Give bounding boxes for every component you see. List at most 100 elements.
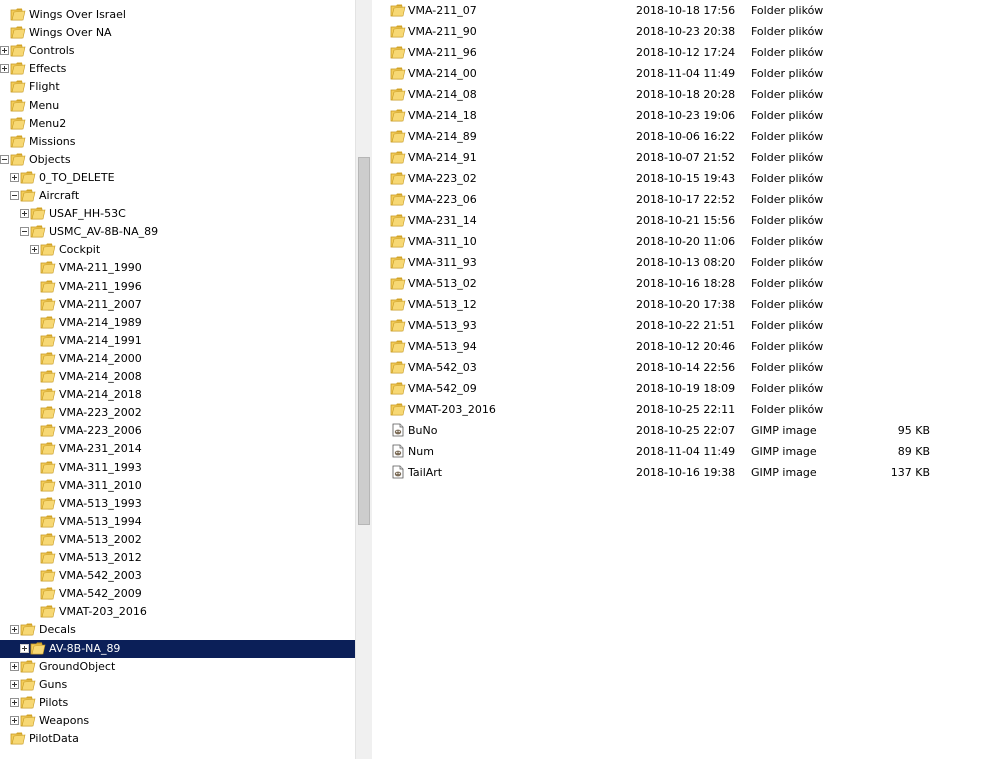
collapse-icon[interactable] — [20, 227, 29, 237]
file-type: Folder plików — [751, 277, 824, 290]
tree-item[interactable]: Menu — [0, 97, 355, 115]
tree-item[interactable]: Objects — [0, 151, 355, 169]
tree-item[interactable]: Menu2 — [0, 115, 355, 133]
expand-icon[interactable] — [20, 643, 29, 653]
tree-item[interactable]: Cockpit — [0, 241, 355, 259]
file-row[interactable]: BuNo 2018-10-25 22:07 GIMP image 95 KB — [372, 420, 1000, 441]
file-date-modified: 2018-10-13 08:20 — [636, 256, 736, 269]
tree-item[interactable]: PilotData — [0, 730, 355, 748]
tree-item[interactable]: 0_TO_DELETE — [0, 169, 355, 187]
expand-icon[interactable] — [10, 679, 19, 689]
file-row[interactable]: VMA-513_12 2018-10-20 17:38 Folder plików — [372, 294, 1000, 315]
tree-item[interactable]: Wings Over Israel — [0, 6, 355, 24]
folder-icon — [40, 260, 56, 274]
tree-item[interactable]: VMA-513_1994 — [0, 513, 355, 531]
collapse-icon[interactable] — [10, 191, 19, 200]
tree-item[interactable]: VMA-513_2002 — [0, 531, 355, 549]
tree-scrollbar[interactable] — [355, 0, 372, 759]
tree-item[interactable]: VMA-223_2006 — [0, 422, 355, 440]
tree-item[interactable]: Flight — [0, 78, 355, 96]
folder-tree: Wings Over Israel Wings Over NA Controls Ef… — [0, 0, 355, 759]
expand-icon[interactable] — [0, 46, 9, 56]
expand-icon[interactable] — [20, 209, 29, 219]
expand-icon[interactable] — [10, 625, 19, 635]
file-row[interactable]: VMA-223_02 2018-10-15 19:43 Folder plików — [372, 168, 1000, 189]
tree-item[interactable]: AV-8B-NA_89 — [0, 639, 355, 658]
tree-item[interactable]: VMA-214_2018 — [0, 386, 355, 404]
expand-icon[interactable] — [10, 661, 19, 671]
tree-item[interactable]: Decals — [0, 621, 355, 639]
expand-icon[interactable] — [10, 715, 19, 725]
folder-icon — [40, 478, 56, 492]
tree-item[interactable]: USAF_HH-53C — [0, 205, 355, 223]
expand-icon[interactable] — [10, 172, 19, 182]
expand-icon[interactable] — [0, 64, 9, 74]
file-date-modified: 2018-10-23 20:38 — [636, 25, 736, 38]
file-row[interactable]: VMA-214_18 2018-10-23 19:06 Folder plików — [372, 105, 1000, 126]
file-row[interactable]: VMAT-203_2016 2018-10-25 22:11 Folder plik… — [372, 399, 1000, 420]
file-row[interactable]: VMA-211_90 2018-10-23 20:38 Folder plików — [372, 21, 1000, 42]
tree-item[interactable]: VMA-311_1993 — [0, 459, 355, 477]
tree-item[interactable]: VMA-513_2012 — [0, 549, 355, 567]
file-row[interactable]: VMA-513_02 2018-10-16 18:28 Folder plików — [372, 273, 1000, 294]
tree-scroll-thumb[interactable] — [358, 157, 370, 525]
folder-icon — [40, 586, 56, 600]
expand-icon[interactable] — [10, 697, 19, 707]
file-row[interactable]: VMA-513_94 2018-10-12 20:46 Folder plików — [372, 336, 1000, 357]
tree-item[interactable]: VMA-211_1996 — [0, 278, 355, 296]
tree-item[interactable]: Effects — [0, 60, 355, 78]
file-row[interactable]: VMA-214_00 2018-11-04 11:49 Folder plików — [372, 63, 1000, 84]
tree-item[interactable]: Guns — [0, 676, 355, 694]
tree-item[interactable]: VMA-513_1993 — [0, 495, 355, 513]
file-row[interactable]: VMA-214_08 2018-10-18 20:28 Folder plików — [372, 84, 1000, 105]
folder-icon — [390, 318, 406, 332]
file-row[interactable]: VMA-231_14 2018-10-21 15:56 Folder plików — [372, 210, 1000, 231]
tree-item[interactable]: VMA-211_1990 — [0, 259, 355, 277]
tree-item[interactable]: Wings Over NA — [0, 24, 355, 42]
file-name: VMA-311_93 — [408, 256, 477, 269]
tree-item[interactable]: VMAT-203_2016 — [0, 603, 355, 621]
folder-icon — [390, 339, 406, 353]
tree-item[interactable]: VMA-542_2009 — [0, 585, 355, 603]
tree-item[interactable]: Pilots — [0, 694, 355, 712]
tree-item[interactable]: Controls — [0, 42, 355, 60]
tree-item[interactable]: VMA-214_2000 — [0, 350, 355, 368]
expand-icon[interactable] — [30, 245, 39, 255]
file-row[interactable]: VMA-513_93 2018-10-22 21:51 Folder plików — [372, 315, 1000, 336]
file-row[interactable]: VMA-211_07 2018-10-18 17:56 Folder plików — [372, 0, 1000, 21]
tree-item[interactable]: VMA-223_2002 — [0, 404, 355, 422]
file-row[interactable]: VMA-311_93 2018-10-13 08:20 Folder plików — [372, 252, 1000, 273]
file-type: GIMP image — [751, 445, 817, 458]
tree-item-label: VMA-211_1990 — [59, 261, 142, 275]
tree-item[interactable]: Missions — [0, 133, 355, 151]
tree-item[interactable]: USMC_AV-8B-NA_89 — [0, 223, 355, 241]
file-row[interactable]: VMA-211_96 2018-10-12 17:24 Folder plików — [372, 42, 1000, 63]
tree-item[interactable]: GroundObject — [0, 658, 355, 676]
tree-item[interactable]: VMA-214_1991 — [0, 332, 355, 350]
file-size: 137 KB — [890, 466, 930, 479]
collapse-icon[interactable] — [0, 154, 9, 164]
file-row[interactable]: VMA-311_10 2018-10-20 11:06 Folder plików — [372, 231, 1000, 252]
file-row[interactable]: VMA-214_89 2018-10-06 16:22 Folder plików — [372, 126, 1000, 147]
file-row[interactable]: Num 2018-11-04 11:49 GIMP image 89 KB — [372, 441, 1000, 462]
tree-item[interactable]: Weapons — [0, 712, 355, 730]
tree-item[interactable]: VMA-231_2014 — [0, 440, 355, 458]
file-type: Folder plików — [751, 298, 824, 311]
folder-icon — [40, 405, 56, 419]
file-row[interactable]: VMA-223_06 2018-10-17 22:52 Folder plików — [372, 189, 1000, 210]
folder-icon — [40, 242, 56, 256]
tree-item[interactable]: VMA-214_2008 — [0, 368, 355, 386]
tree-item[interactable]: Aircraft — [0, 187, 355, 205]
file-name: Num — [408, 445, 434, 458]
file-date-modified: 2018-10-16 18:28 — [636, 277, 736, 290]
file-row[interactable]: VMA-214_91 2018-10-07 21:52 Folder plików — [372, 147, 1000, 168]
file-row[interactable]: TailArt 2018-10-16 19:38 GIMP image 137 KB — [372, 462, 1000, 483]
tree-item[interactable]: VMA-211_2007 — [0, 296, 355, 314]
tree-item[interactable]: VMA-542_2003 — [0, 567, 355, 585]
file-row[interactable]: VMA-542_03 2018-10-14 22:56 Folder plików — [372, 357, 1000, 378]
tree-item[interactable]: VMA-311_2010 — [0, 477, 355, 495]
folder-icon — [20, 188, 36, 202]
file-row[interactable]: VMA-542_09 2018-10-19 18:09 Folder plików — [372, 378, 1000, 399]
tree-item[interactable]: VMA-214_1989 — [0, 314, 355, 332]
tree-item-label: GroundObject — [39, 659, 116, 673]
